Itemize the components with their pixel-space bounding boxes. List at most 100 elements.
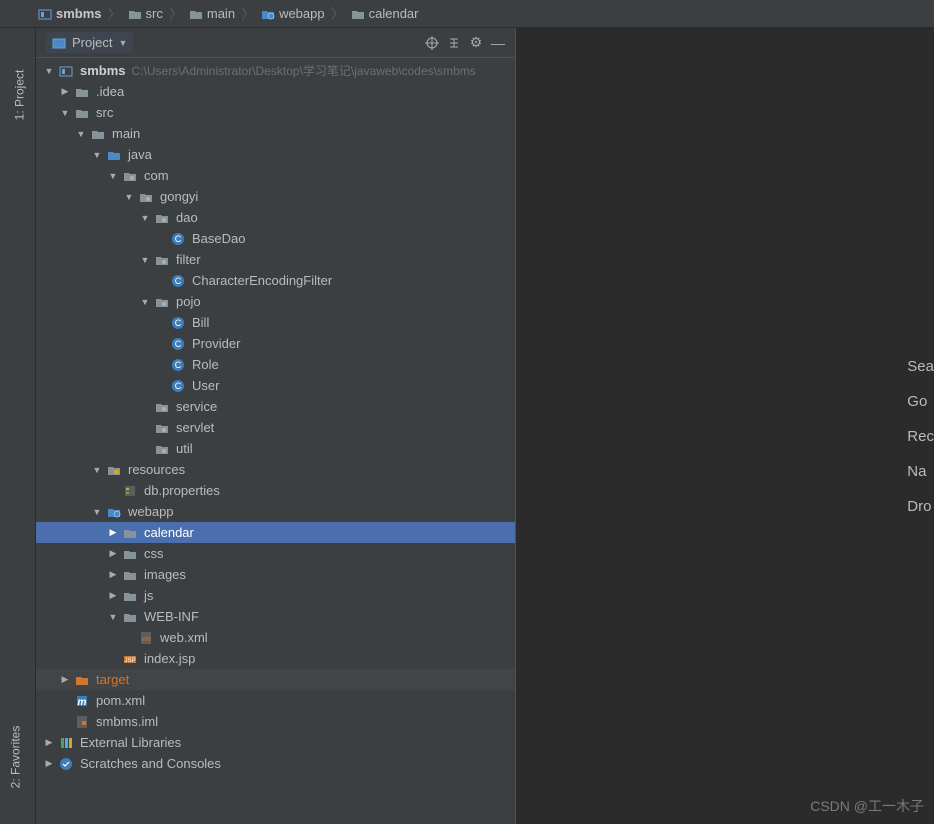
- no-arrow: [140, 423, 150, 433]
- tree-item-dbprops[interactable]: db.properties: [36, 480, 515, 501]
- tree-item-filter[interactable]: ▼ filter: [36, 249, 515, 270]
- chevron-right-icon[interactable]: ▶: [44, 738, 54, 748]
- svg-text:JSP: JSP: [124, 658, 135, 664]
- tree-item-pojo[interactable]: ▼pojo: [36, 291, 515, 312]
- chevron-right-icon[interactable]: ▶: [108, 591, 118, 601]
- welcome-action-1[interactable]: Go: [907, 393, 934, 410]
- welcome-action-0[interactable]: Sea: [907, 358, 934, 375]
- tree-label: service: [176, 399, 217, 414]
- hide-button[interactable]: —: [487, 32, 509, 54]
- welcome-action-2[interactable]: Rec: [907, 428, 934, 445]
- tree-hint: C:\Users\Administrator\Desktop\学习笔记\java…: [132, 62, 476, 79]
- ijfile-icon: [74, 714, 90, 730]
- tree-label: js: [144, 588, 153, 603]
- tree-item-java[interactable]: ▼java: [36, 144, 515, 165]
- dropdown-caret-icon: ▼: [118, 38, 127, 48]
- chevron-right-icon[interactable]: ▶: [108, 549, 118, 559]
- tree-item-indexjsp[interactable]: JSPindex.jsp: [36, 648, 515, 669]
- tree-item-gongyi[interactable]: ▼gongyi: [36, 186, 515, 207]
- sidebar-tab-project[interactable]: 1: Project: [12, 70, 26, 121]
- breadcrumb-item-webapp[interactable]: webapp: [259, 6, 327, 21]
- breadcrumb-item-src[interactable]: src: [126, 6, 165, 21]
- chevron-down-icon[interactable]: ▼: [108, 612, 118, 622]
- tree-item-root[interactable]: ▼smbmsC:\Users\Administrator\Desktop\学习笔…: [36, 60, 515, 81]
- tree-item-cef[interactable]: CCharacterEncodingFilter: [36, 270, 515, 291]
- expand-icon: [447, 36, 461, 50]
- svg-text:C: C: [175, 360, 182, 370]
- tree-item-webinf[interactable]: ▼WEB-INF: [36, 606, 515, 627]
- chevron-down-icon[interactable]: ▼: [92, 507, 102, 517]
- chevron-down-icon[interactable]: ▼: [92, 150, 102, 160]
- chevron-down-icon[interactable]: ▼: [60, 108, 70, 118]
- breadcrumb-bar: smbms〉src〉main〉webapp〉calendar: [0, 0, 934, 28]
- gear-icon: ⚙: [470, 34, 483, 51]
- tree-item-calendar[interactable]: ▶calendar: [36, 522, 515, 543]
- tree-item-util[interactable]: util: [36, 438, 515, 459]
- chevron-down-icon[interactable]: ▼: [108, 171, 118, 181]
- tree-item-extlib[interactable]: ▶External Libraries: [36, 732, 515, 753]
- chevron-right-icon[interactable]: ▶: [44, 759, 54, 769]
- locate-file-button[interactable]: [421, 32, 443, 54]
- tree-item-provider[interactable]: CProvider: [36, 333, 515, 354]
- libfolder-icon: [58, 735, 74, 751]
- welcome-action-3[interactable]: Na: [907, 463, 934, 480]
- no-arrow: [60, 696, 70, 706]
- tree-item-service[interactable]: service: [36, 396, 515, 417]
- project-view-selector[interactable]: Project ▼: [46, 32, 133, 53]
- chevron-down-icon[interactable]: ▼: [140, 213, 150, 223]
- tree-item-main[interactable]: ▼main: [36, 123, 515, 144]
- chevron-down-icon[interactable]: ▼: [140, 297, 150, 307]
- tree-item-src[interactable]: ▼src: [36, 102, 515, 123]
- no-arrow: [156, 360, 166, 370]
- tree-item-js[interactable]: ▶ js: [36, 585, 515, 606]
- webfolder-icon: [261, 7, 275, 21]
- chevron-down-icon[interactable]: ▼: [124, 192, 134, 202]
- chevron-right-icon[interactable]: ▶: [60, 675, 70, 685]
- chevron-down-icon[interactable]: ▼: [140, 255, 150, 265]
- tree-label: resources: [128, 462, 185, 477]
- tree-label: Bill: [192, 315, 209, 330]
- tree-label: filter: [176, 252, 201, 267]
- tree-label: util: [176, 441, 193, 456]
- expand-all-button[interactable]: [443, 32, 465, 54]
- tree-item-servlet[interactable]: servlet: [36, 417, 515, 438]
- tree-item-com[interactable]: ▼com: [36, 165, 515, 186]
- tree-label: dao: [176, 210, 198, 225]
- chevron-right-icon[interactable]: ▶: [108, 528, 118, 538]
- chevron-down-icon[interactable]: ▼: [44, 66, 54, 76]
- tree-item-images[interactable]: ▶images: [36, 564, 515, 585]
- no-arrow: [60, 717, 70, 727]
- tree-label: css: [144, 546, 164, 561]
- class-icon: C: [170, 378, 186, 394]
- breadcrumb-item-smbms[interactable]: smbms: [36, 6, 104, 21]
- settings-button[interactable]: ⚙: [465, 32, 487, 54]
- chevron-right-icon[interactable]: ▶: [108, 570, 118, 580]
- chevron-down-icon[interactable]: ▼: [76, 129, 86, 139]
- tree-label: Role: [192, 357, 219, 372]
- tree-item-dao[interactable]: ▼ dao: [36, 207, 515, 228]
- excluded-icon: [74, 672, 90, 688]
- tree-item-scratch[interactable]: ▶Scratches and Consoles: [36, 753, 515, 774]
- tree-item-bill[interactable]: CBill: [36, 312, 515, 333]
- tree-item-pom[interactable]: mpom.xml: [36, 690, 515, 711]
- chevron-down-icon[interactable]: ▼: [92, 465, 102, 475]
- breadcrumb-item-main[interactable]: main: [187, 6, 237, 21]
- tree-item-resources[interactable]: ▼ resources: [36, 459, 515, 480]
- tree-item-css[interactable]: ▶ css: [36, 543, 515, 564]
- tree-item-webapp[interactable]: ▼webapp: [36, 501, 515, 522]
- tree-item-basedao[interactable]: CBaseDao: [36, 228, 515, 249]
- welcome-action-4[interactable]: Dro: [907, 498, 934, 515]
- tree-item-user[interactable]: CUser: [36, 375, 515, 396]
- tree-item-target[interactable]: ▶target: [36, 669, 515, 690]
- sidebar-tab-favorites[interactable]: 2: Favorites: [8, 726, 22, 789]
- tree-item-role[interactable]: C Role: [36, 354, 515, 375]
- tree-item-idea[interactable]: ▶.idea: [36, 81, 515, 102]
- tree-item-iml[interactable]: smbms.iml: [36, 711, 515, 732]
- folder-icon: [122, 546, 138, 562]
- project-tree[interactable]: ▼smbmsC:\Users\Administrator\Desktop\学习笔…: [36, 58, 515, 824]
- breadcrumb-item-calendar[interactable]: calendar: [349, 6, 421, 21]
- tool-window-title: Project: [72, 35, 112, 50]
- chevron-right-icon[interactable]: ▶: [60, 87, 70, 97]
- tree-item-webxml[interactable]: xmlweb.xml: [36, 627, 515, 648]
- project-icon: [52, 36, 66, 50]
